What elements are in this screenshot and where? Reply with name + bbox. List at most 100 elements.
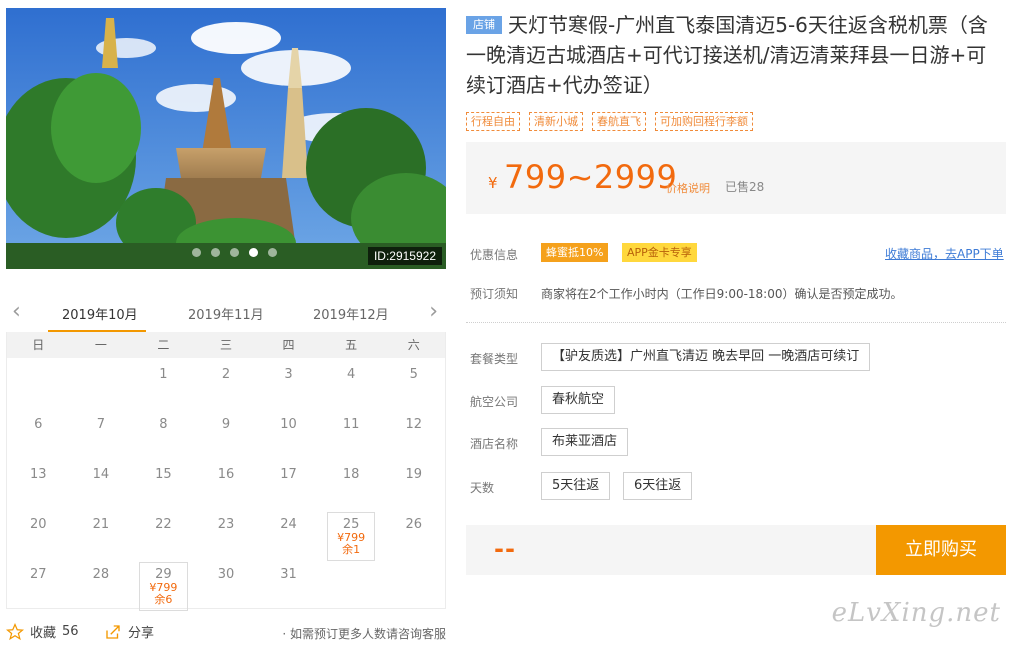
weekday-label: 二 (157, 338, 170, 352)
price-explain-link[interactable]: 价格说明 (666, 180, 710, 196)
calendar-day-available[interactable]: 25 ¥799 余1 (320, 508, 383, 561)
weekday-label: 一 (94, 338, 107, 352)
hotel-label: 酒店名称 (470, 437, 519, 451)
hotel-option[interactable]: 布莱亚酒店 (541, 428, 629, 456)
calendar-blank-cell (70, 358, 133, 408)
weekday-label: 三 (219, 338, 232, 352)
calendar-days: 1 2 3 4 5 6 7 8 9 10 11 12 13 14 15 16 17 18 19 20 21 22 23 24 2… (7, 358, 445, 611)
day-stock: 余6 (154, 593, 173, 606)
carousel-dot[interactable] (230, 248, 239, 257)
day-number: 21 (92, 517, 110, 532)
product-title: 天灯节寒假-广州直飞泰国清迈5-6天往返含税机票（含一晚清迈古城酒店+可代订接送… (466, 13, 988, 97)
product-tag: 春航直飞 (592, 112, 646, 131)
calendar-day: 21 (70, 508, 133, 558)
day-number: 12 (405, 417, 422, 432)
calendar-day: 26 (382, 508, 445, 558)
day-number: 25 (342, 517, 360, 532)
calendar-day: 11 (320, 408, 383, 458)
days-option-6[interactable]: 6天往返 (623, 472, 693, 500)
day-number: 10 (280, 417, 297, 432)
days-label: 天数 (470, 481, 495, 495)
calendar-day: 24 (257, 508, 320, 558)
calendar-day: 13 (7, 458, 70, 508)
day-number: 8 (159, 417, 168, 432)
calendar-day: 9 (195, 408, 258, 458)
calendar-day: 5 (382, 358, 445, 408)
calendar-weekday-header: 日一二三四五六 (7, 332, 445, 358)
product-tag: 行程自由 (466, 112, 520, 131)
calendar-day-available[interactable]: 29 ¥799 余6 (132, 558, 195, 611)
day-number: 19 (405, 467, 422, 482)
day-number: 22 (155, 517, 172, 532)
product-title-block: 店铺 天灯节寒假-广州直飞泰国清迈5-6天往返含税机票（含一晚清迈古城酒店+可代订… (466, 10, 1001, 100)
sold-count: 已售28 (725, 180, 765, 194)
app-vip-badge: APP金卡专享 (622, 243, 697, 262)
carousel-dot[interactable] (192, 248, 201, 257)
chevron-right-icon[interactable]: › (429, 301, 438, 323)
day-number: 20 (30, 517, 47, 532)
app-order-link[interactable]: 收藏商品，去APP下单 (885, 245, 1004, 262)
day-number: 26 (405, 517, 422, 532)
booking-notice-label: 预订须知 (470, 287, 519, 301)
carousel-dot-active[interactable] (249, 248, 258, 257)
calendar-day: 10 (257, 408, 320, 458)
consult-note: · 如需预订更多人数请咨询客服 (282, 627, 446, 641)
calendar-day: 7 (70, 408, 133, 458)
day-number: 1 (159, 367, 168, 382)
month-tab-dec[interactable]: 2019年12月 (313, 304, 389, 323)
temple-image (6, 8, 446, 269)
shop-badge: 店铺 (466, 16, 502, 34)
buy-now-button[interactable]: 立即购买 (876, 525, 1006, 575)
day-number: 14 (92, 467, 110, 482)
day-number: 6 (34, 417, 43, 432)
month-tab-nov[interactable]: 2019年11月 (188, 304, 264, 323)
calendar-day: 3 (257, 358, 320, 408)
airline-label: 航空公司 (470, 395, 519, 409)
favorite-count: 56 (62, 624, 79, 639)
share-button[interactable]: 分享 (104, 622, 154, 641)
product-photo[interactable]: ID:2915922 (6, 8, 446, 269)
day-number: 27 (30, 567, 47, 582)
day-number: 7 (96, 417, 105, 432)
calendar-day: 6 (7, 408, 70, 458)
currency-symbol: ¥ (488, 174, 498, 192)
site-watermark: eLvXing.net (831, 598, 1001, 628)
month-tab-oct[interactable]: 2019年10月 (62, 304, 138, 323)
airline-option[interactable]: 春秋航空 (541, 386, 616, 414)
calendar-day: 16 (195, 458, 258, 508)
day-number: 2 (221, 367, 231, 382)
calendar-day: 1 (132, 358, 195, 408)
calendar-day: 2 (195, 358, 258, 408)
calendar-day: 8 (132, 408, 195, 458)
coupon-badge: 蜂蜜抵10% (541, 243, 609, 262)
action-bar: 收藏 56 分享 · 如需预订更多人数请咨询客服 (6, 622, 446, 644)
day-number: 23 (217, 517, 235, 532)
day-number: 15 (155, 467, 172, 482)
calendar-day: 23 (195, 508, 258, 558)
carousel-dot[interactable] (268, 248, 277, 257)
package-option[interactable]: 【驴友质选】广州直飞清迈 晚去早回 一晚酒店可续订 (541, 343, 871, 371)
calendar-day: 19 (382, 458, 445, 508)
day-number: 11 (342, 417, 360, 432)
days-option-5[interactable]: 5天往返 (541, 472, 611, 500)
carousel-dot[interactable] (211, 248, 220, 257)
day-number: 29 (155, 567, 172, 582)
booking-notice-text: 商家将在2个工作小时内（工作日9:00-18:00）确认是否预定成功。 (541, 287, 903, 301)
divider (466, 322, 1006, 323)
share-icon (106, 624, 120, 639)
product-tag: 可加购回程行李额 (655, 112, 753, 131)
day-number: 5 (409, 367, 418, 382)
carousel-dots (192, 248, 277, 257)
star-icon (6, 622, 24, 640)
calendar-day: 12 (382, 408, 445, 458)
calendar-day: 14 (70, 458, 133, 508)
day-number: 31 (280, 567, 297, 582)
calendar-day: 31 (257, 558, 320, 608)
day-number: 24 (280, 517, 297, 532)
price-range: 799~2999 (504, 158, 678, 196)
favorite-label: 收藏 (30, 626, 57, 641)
calendar: 日一二三四五六 1 2 3 4 5 6 7 8 9 10 11 12 13 14 15 16 17 18 19 20 2… (6, 332, 446, 611)
favorite-button[interactable]: 收藏 56 (6, 622, 79, 641)
product-tags: 行程自由 清新小城 春航直飞 可加购回程行李额 (466, 112, 753, 131)
chevron-left-icon[interactable]: ‹ (12, 301, 21, 323)
